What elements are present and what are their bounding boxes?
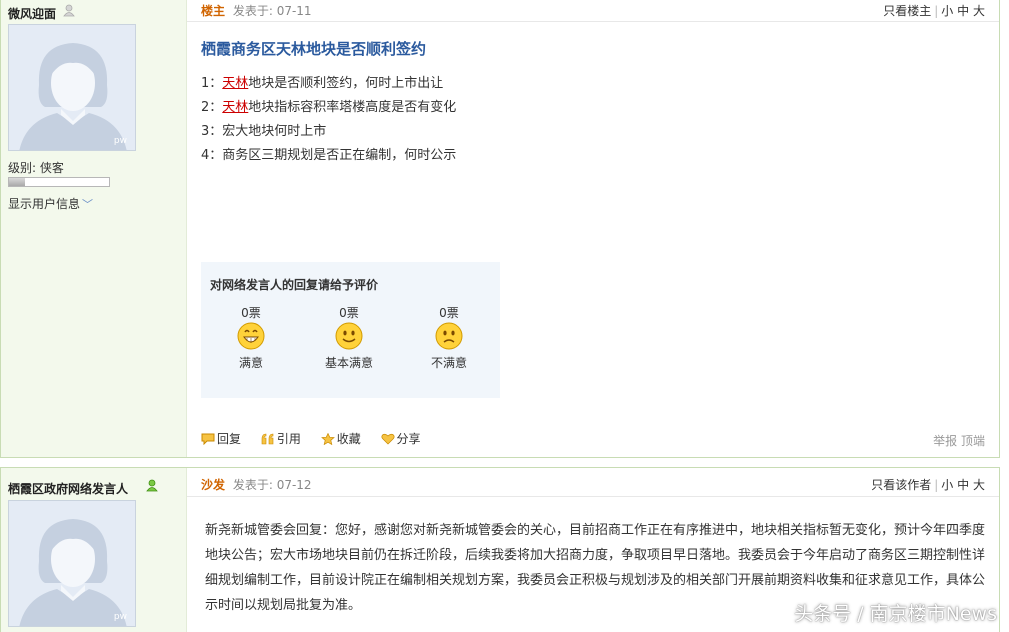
rating-option-unsatisfied[interactable]: 0票 不满意 xyxy=(409,304,489,371)
rating-option-satisfied[interactable]: 0票 满意 xyxy=(211,304,291,371)
heart-icon xyxy=(381,433,395,445)
header-divider xyxy=(187,21,999,22)
source-watermark: 头条号 / 南京楼市News xyxy=(794,603,997,625)
avatar-watermark: pw xyxy=(113,612,127,622)
font-medium-link[interactable]: 中 xyxy=(957,478,969,492)
font-medium-link[interactable]: 中 xyxy=(957,4,969,18)
star-icon xyxy=(320,433,335,445)
rating-label: 基本满意 xyxy=(324,356,373,370)
reply-button[interactable]: 回复 xyxy=(201,432,245,446)
report-links: 举报 顶端 xyxy=(933,432,985,449)
username[interactable]: 栖霞区政府网络发言人 xyxy=(8,480,128,497)
vote-count: 0票 xyxy=(241,306,261,320)
back-to-top-link[interactable]: 顶端 xyxy=(961,434,985,448)
avatar[interactable]: pw xyxy=(8,500,136,627)
post-actions: 回复 引用 收藏 分享 xyxy=(201,430,437,447)
reply-icon xyxy=(201,433,215,445)
avatar[interactable]: pw xyxy=(8,24,136,151)
floor-tag: 沙发 xyxy=(201,478,226,492)
vote-count: 0票 xyxy=(339,306,359,320)
post-meta: 沙发 发表于: 07-12 xyxy=(201,476,312,493)
avatar-watermark: pw xyxy=(113,136,127,146)
favorite-button[interactable]: 收藏 xyxy=(320,432,365,446)
post-title: 栖霞商务区天林地块是否顺利签约 xyxy=(201,40,427,58)
list-item: 1：天林地块是否顺利签约，何时上市出让 xyxy=(201,76,444,91)
font-large-link[interactable]: 大 xyxy=(973,478,985,492)
post-meta: 楼主 发表于: 07-11 xyxy=(201,2,312,19)
rating-title: 对网络发言人的回复请给予评价 xyxy=(210,278,379,292)
post-time: 发表于: 07-12 xyxy=(232,478,312,492)
list-item: 3：宏大地块何时上市 xyxy=(201,124,327,139)
user-sidebar: 栖霞区政府网络发言人 pw xyxy=(1,468,187,632)
show-user-info-link[interactable]: 显示用户信息 ﹀ xyxy=(8,195,93,212)
username[interactable]: 微风迎面 xyxy=(8,5,56,22)
rating-label: 不满意 xyxy=(430,356,467,370)
quote-icon xyxy=(261,433,274,445)
font-small-link[interactable]: 小 xyxy=(941,4,953,18)
offline-user-icon xyxy=(63,4,75,17)
report-link[interactable]: 举报 xyxy=(933,434,957,448)
keyword-link[interactable]: 天林 xyxy=(222,76,248,91)
font-small-link[interactable]: 小 xyxy=(941,478,953,492)
list-item: 4：商务区三期规划是否正在编制，何时公示 xyxy=(201,148,457,163)
font-large-link[interactable]: 大 xyxy=(973,4,985,18)
post-content: 楼主 发表于: 07-11 只看楼主 | 小 中 大 栖霞商务区天林地块是否顺利签约… xyxy=(187,0,999,457)
user-sidebar: 微风迎面 pw 级别: 侠客 显示用户信息 ﹀ xyxy=(1,0,187,457)
online-user-icon xyxy=(146,479,158,492)
share-button[interactable]: 分享 xyxy=(381,432,421,446)
view-options: 只看楼主 | 小 中 大 xyxy=(883,4,985,18)
smile-face-icon xyxy=(335,322,363,350)
chevron-down-icon: ﹀ xyxy=(82,198,94,211)
default-avatar-icon xyxy=(9,501,135,626)
grin-face-icon xyxy=(237,322,265,350)
list-item: 2：天林地块指标容积率塔楼高度是否有变化 xyxy=(201,100,457,115)
default-avatar-icon xyxy=(9,25,135,150)
view-options: 只看该作者 | 小 中 大 xyxy=(871,478,985,492)
rating-option-basically-satisfied[interactable]: 0票 基本满意 xyxy=(309,304,389,371)
rating-panel: 对网络发言人的回复请给予评价 0票 满意 0票 基本满意 0票 不满意 xyxy=(201,262,500,398)
sad-face-icon xyxy=(435,322,463,350)
post-floor-1: 微风迎面 pw 级别: 侠客 显示用户信息﹀ 楼主 发表于: 07-11 只看 xyxy=(0,0,1000,458)
only-view-author-link[interactable]: 只看该作者 xyxy=(871,478,931,492)
post-time: 发表于: 07-11 xyxy=(232,4,312,18)
question-list: 1：天林地块是否顺利签约，何时上市出让 2：天林地块指标容积率塔楼高度是否有变化… xyxy=(201,72,456,168)
rating-label: 满意 xyxy=(238,356,263,370)
user-level: 级别: 侠客 xyxy=(8,161,64,175)
only-view-author-link[interactable]: 只看楼主 xyxy=(883,4,931,18)
floor-tag: 楼主 xyxy=(201,4,226,18)
quote-button[interactable]: 引用 xyxy=(261,432,305,446)
header-divider xyxy=(187,496,999,497)
keyword-link[interactable]: 天林 xyxy=(222,100,248,115)
level-progress-bar xyxy=(8,177,110,187)
vote-count: 0票 xyxy=(439,306,459,320)
